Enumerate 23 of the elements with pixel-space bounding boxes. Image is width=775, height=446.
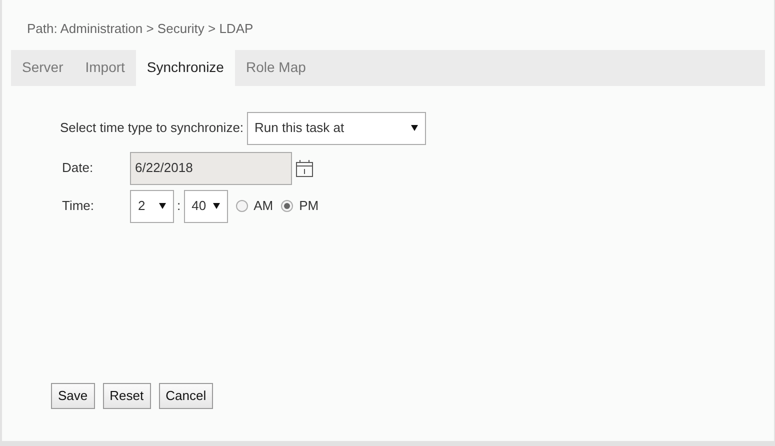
- form-button[interactable]: Save: [51, 383, 95, 409]
- tab[interactable]: Role Map: [234, 50, 317, 86]
- caret-icon: [410, 125, 418, 131]
- radio-label: AM: [254, 197, 274, 216]
- hour-dropdown[interactable]: 2: [130, 190, 174, 222]
- form-button[interactable]: Cancel: [158, 383, 214, 409]
- field-label: Date:: [62, 159, 94, 178]
- radio-label: PM: [299, 197, 319, 216]
- radio-button[interactable]: [281, 200, 294, 212]
- field-label: Time:: [62, 197, 96, 216]
- field-label: Select time type to synchronize:: [60, 119, 244, 138]
- caret-icon: [212, 203, 220, 209]
- time-type-dropdown[interactable]: Run this task at: [246, 112, 426, 144]
- radio-button[interactable]: [236, 200, 248, 212]
- breadcrumb-path: Path: Administration > Security > LDAP: [27, 20, 254, 38]
- caret-icon: [159, 203, 166, 209]
- form-button[interactable]: Reset: [102, 383, 151, 409]
- tab[interactable]: Server: [11, 50, 74, 86]
- tab[interactable]: Synchronize: [136, 50, 235, 86]
- time-separator: :: [177, 197, 181, 216]
- tab[interactable]: Import: [74, 50, 136, 86]
- minute-dropdown[interactable]: 40: [184, 190, 228, 222]
- calendar-icon[interactable]: [296, 160, 313, 176]
